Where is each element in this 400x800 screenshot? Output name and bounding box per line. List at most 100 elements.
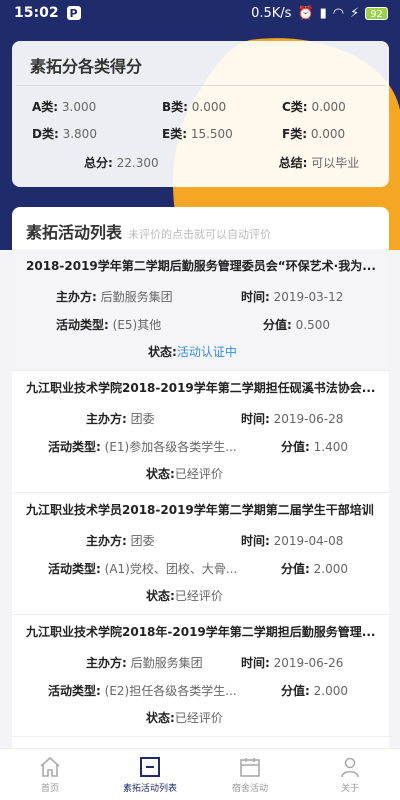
time-value: 2019-03-12: [273, 289, 344, 304]
points-label: 分值:: [263, 317, 292, 332]
score-c: C类: 0.000: [282, 98, 400, 115]
activity-title: 九江职业技术学院2018年-2019学年第二学期担后勤服务管理...: [26, 625, 376, 639]
score-label: C类:: [282, 100, 308, 114]
organizer-value: 后勤服务集团: [130, 655, 203, 670]
time-label: 时间:: [241, 655, 270, 670]
total-value: 22.300: [116, 156, 159, 170]
points-value: 2.000: [313, 561, 348, 576]
score-e: E类: 15.500: [162, 125, 282, 142]
points-value: 1.400: [313, 439, 348, 454]
points-label: 分值:: [281, 683, 310, 698]
organizer-label: 主办方:: [86, 533, 127, 548]
time-value: 2019-04-08: [273, 533, 344, 548]
activity-item[interactable]: 九江职业技术学院2018-2019学年第二学期担任砚溪书法协会... 主办方: …: [12, 371, 389, 493]
type-label: 活动类型:: [48, 561, 101, 576]
activity-item[interactable]: 九江职业技术学员2018-2019学年第二学期第二届学生干部培训 主办方: 团委…: [12, 493, 389, 615]
scores-title: 素拓分各类得分: [16, 41, 385, 86]
score-value: 3.000: [61, 100, 97, 114]
status-value: 已经评价: [174, 710, 223, 725]
status-label: 状态:: [146, 710, 175, 725]
network-speed: 0.5K/s: [251, 5, 292, 21]
total-label: 总分:: [84, 156, 113, 170]
score-value: 0.000: [311, 100, 346, 114]
points-label: 分值:: [281, 439, 310, 454]
activity-list-hint: 未评价的点击就可以自动评价: [128, 228, 272, 241]
status-value: 已经评价: [174, 466, 223, 481]
tab-label: 关于: [340, 784, 359, 794]
list-icon: [140, 757, 160, 777]
scores-card: 素拓分各类得分 A类: 3.000 B类: 0.000 C类: 0.000 D类…: [12, 41, 389, 187]
app-notification-icon: P: [66, 6, 81, 20]
home-icon: [40, 756, 60, 777]
score-a: A类: 3.000: [32, 98, 162, 115]
type-label: 活动类型:: [48, 683, 101, 698]
time-label: 时间:: [241, 533, 270, 548]
status-time: 15:02: [14, 5, 59, 21]
charging-icon: ⚡: [350, 5, 360, 21]
organizer-value: 团委: [130, 533, 155, 548]
score-value: 3.800: [62, 127, 97, 141]
tab-label: 素拓活动列表: [122, 784, 177, 794]
tab-home[interactable]: 首页: [0, 749, 100, 800]
signal-icon: ▮: [319, 5, 327, 21]
alarm-icon: ⏰: [297, 5, 314, 21]
type-label: 活动类型:: [48, 439, 101, 454]
score-label: A类:: [32, 100, 59, 114]
calendar-icon: [240, 758, 260, 777]
conclusion-value: 可以毕业: [311, 156, 360, 170]
organizer-label: 主办方:: [86, 655, 127, 670]
status-label: 状态:: [146, 466, 175, 481]
bottom-tab-bar: 首页 素拓活动列表 宿舍活动 关于: [0, 748, 400, 800]
points-value: 2.000: [313, 683, 348, 698]
activity-list-title: 素拓活动列表: [26, 223, 123, 242]
score-label: E类:: [162, 127, 187, 141]
tab-about[interactable]: 关于: [300, 749, 400, 800]
points-value: 0.500: [295, 317, 330, 332]
score-label: F类:: [282, 127, 307, 141]
status-value: 活动认证中: [176, 344, 237, 359]
score-b: B类: 0.000: [162, 98, 282, 115]
wifi-icon: ◠: [332, 5, 345, 21]
status-value: 已经评价: [174, 588, 223, 603]
score-f: F类: 0.000: [282, 125, 400, 142]
status-label: 状态:: [148, 344, 177, 359]
tab-dorm-activity[interactable]: 宿舍活动: [200, 749, 300, 800]
status-bar: 15:02 P 0.5K/s ⏰ ▮ ◠ ⚡ 92: [0, 0, 400, 26]
time-label: 时间:: [241, 411, 270, 426]
person-icon: [341, 757, 359, 778]
activity-item[interactable]: 2018-2019学年第二学期后勤服务管理委员会“环保艺术·我为... 主办方:…: [12, 249, 389, 371]
activity-list-card: 素拓活动列表 未评价的点击就可以自动评价 2018-2019学年第二学期后勤服务…: [12, 207, 389, 767]
organizer-label: 主办方:: [56, 289, 97, 304]
time-label: 时间:: [241, 289, 270, 304]
status-label: 状态:: [146, 588, 175, 603]
conclusion-label: 总结:: [278, 156, 308, 170]
type-value: (E1)参加各级各类学生...: [104, 439, 237, 454]
conclusion: 总结: 可以毕业: [279, 154, 360, 171]
time-value: 2019-06-26: [273, 655, 344, 670]
points-label: 分值:: [281, 561, 310, 576]
type-value: (E5)其他: [112, 317, 162, 332]
type-value: (E2)担任各级各类学生...: [104, 683, 237, 698]
score-grid: A类: 3.000 B类: 0.000 C类: 0.000 D类: 3.800 …: [12, 86, 389, 142]
score-d: D类: 3.800: [32, 125, 162, 142]
organizer-value: 团委: [130, 411, 155, 426]
activity-title: 九江职业技术学员2018-2019学年第二学期第二届学生干部培训: [26, 503, 374, 517]
tab-activity-list[interactable]: 素拓活动列表: [100, 749, 200, 800]
organizer-label: 主办方:: [86, 411, 127, 426]
tab-label: 首页: [40, 784, 59, 794]
score-label: D类:: [32, 127, 59, 141]
activity-list-header: 素拓活动列表 未评价的点击就可以自动评价: [12, 207, 389, 249]
activity-item[interactable]: 九江职业技术学院2018年-2019学年第二学期担后勤服务管理... 主办方: …: [12, 615, 389, 737]
score-value: 0.000: [191, 100, 227, 114]
tab-label: 宿舍活动: [231, 784, 268, 794]
time-value: 2019-06-28: [273, 411, 344, 426]
organizer-value: 后勤服务集团: [100, 289, 173, 304]
type-label: 活动类型:: [56, 317, 109, 332]
activity-title: 2018-2019学年第二学期后勤服务管理委员会“环保艺术·我为...: [26, 259, 376, 273]
score-value: 0.000: [310, 127, 346, 141]
score-summary: 总分: 22.300 总结: 可以毕业: [12, 142, 389, 171]
battery-icon: 92: [365, 6, 388, 20]
score-value: 15.500: [190, 127, 233, 141]
type-value: (A1)党校、团校、大骨...: [104, 561, 238, 576]
activity-title: 九江职业技术学院2018-2019学年第二学期担任砚溪书法协会...: [26, 381, 376, 395]
